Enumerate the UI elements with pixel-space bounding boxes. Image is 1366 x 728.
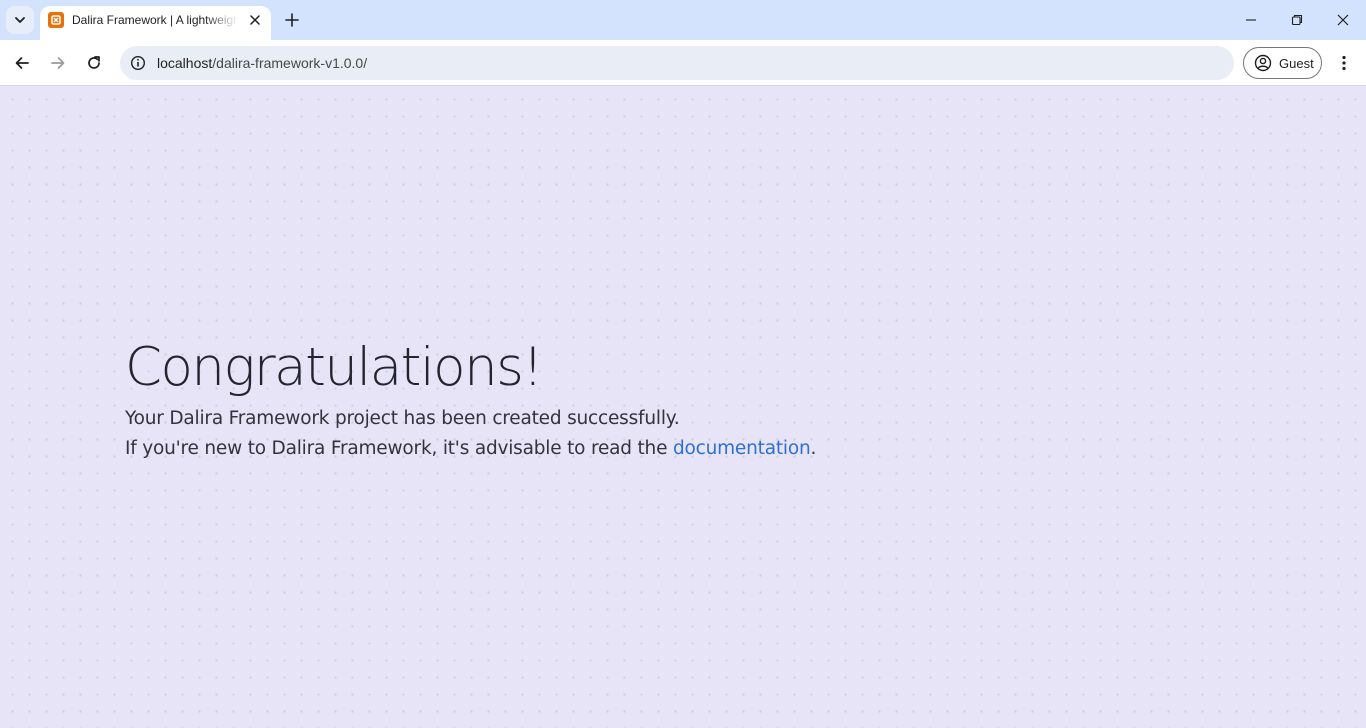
forward-arrow-icon [51,57,65,69]
tab-title: Dalira Framework | A lightweight PHP fra… [72,13,238,27]
minimize-button[interactable] [1228,0,1274,40]
new-tab-button[interactable] [280,8,304,32]
browser-menu-button[interactable] [1330,49,1358,77]
forward-button[interactable] [44,49,72,77]
page-title: Congratulations! [125,337,544,398]
tab-search-icon [15,17,25,23]
reload-button[interactable] [80,49,108,77]
profile-label: Guest [1279,55,1314,71]
dalira-favicon-icon [48,12,64,28]
url-host: localhost [157,55,213,71]
profile-icon [1254,54,1272,72]
back-button[interactable] [8,49,36,77]
site-info-button[interactable] [126,51,150,75]
info-icon [130,55,146,71]
url-text[interactable]: localhost/dalira-framework-v1.0.0/ [157,55,367,71]
active-tab[interactable]: Dalira Framework | A lightweight PHP fra… [40,6,271,40]
tab-search-button[interactable] [6,6,34,34]
close-window-button[interactable] [1320,0,1366,40]
browser-toolbar: localhost/dalira-framework-v1.0.0/ Guest [0,40,1366,86]
page-content: Congratulations! Your Dalira Framework p… [0,87,1366,728]
close-icon [1337,14,1349,26]
plus-icon [285,13,299,27]
minimize-icon [1246,19,1256,21]
restore-icon [1291,14,1303,26]
reload-icon [88,56,100,69]
address-bar[interactable]: localhost/dalira-framework-v1.0.0/ [120,46,1234,80]
welcome-section: Congratulations! Your Dalira Framework p… [125,332,816,464]
success-message: Your Dalira Framework project has been c… [125,408,680,429]
profile-button[interactable]: Guest [1243,47,1322,79]
close-icon [250,15,260,25]
restore-button[interactable] [1274,0,1320,40]
hint-prefix: If you're new to Dalira Framework, it's … [125,438,673,459]
documentation-hint: If you're new to Dalira Framework, it's … [125,434,816,464]
url-path: /dalira-framework-v1.0.0/ [212,55,368,71]
kebab-menu-icon [1342,55,1346,71]
tab-strip: Dalira Framework | A lightweight PHP fra… [0,0,1366,40]
back-arrow-icon [15,57,29,69]
documentation-link[interactable]: documentation [673,438,811,459]
tab-close-button[interactable] [246,11,264,29]
hint-suffix: . [810,438,817,459]
